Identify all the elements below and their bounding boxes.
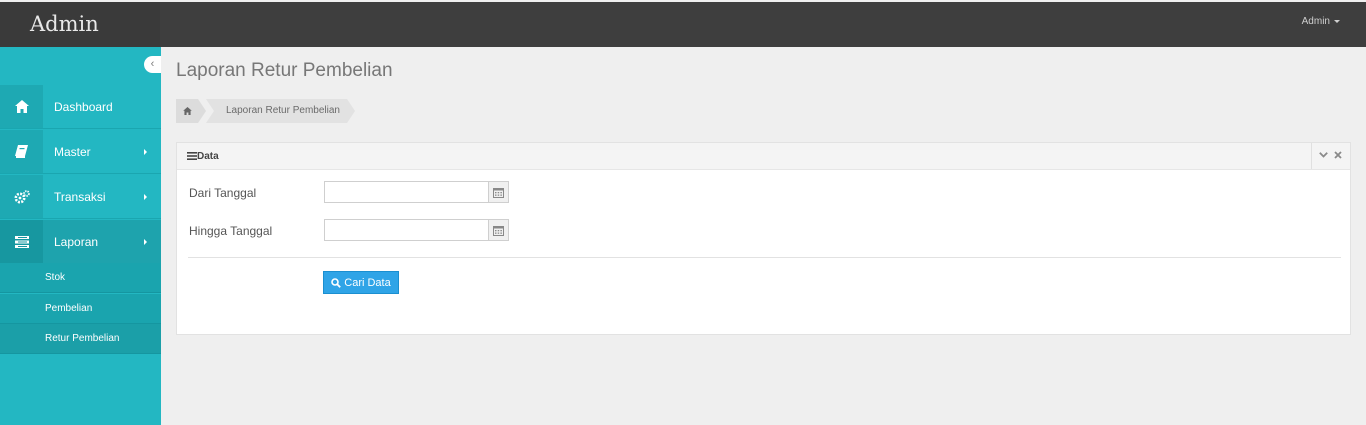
submenu-item-retur-pembelian[interactable]: Retur Pembelian <box>0 324 161 354</box>
submenu-item-pembelian[interactable]: Pembelian <box>0 294 161 324</box>
collapse-sidebar-button[interactable]: ‹ <box>144 56 161 73</box>
search-button-label: Cari Data <box>344 276 391 289</box>
form-divider <box>188 257 1341 258</box>
chevron-down-icon[interactable] <box>1319 143 1328 169</box>
user-menu[interactable]: Admin <box>1302 2 1340 42</box>
search-data-button[interactable]: Cari Data <box>323 271 399 294</box>
sidebar-item-label: Master <box>54 145 91 159</box>
home-icon <box>0 85 43 128</box>
sidebar-item-transaksi[interactable]: Transaksi <box>0 175 161 219</box>
home-icon <box>182 107 192 115</box>
list-icon <box>0 220 43 263</box>
caret-down-icon <box>1334 19 1340 23</box>
calendar-icon[interactable] <box>488 219 509 241</box>
to-date-input[interactable] <box>324 219 489 241</box>
from-date-input[interactable] <box>324 181 489 203</box>
top-navbar: Admin Admin <box>0 2 1366 47</box>
caret-right-icon <box>144 149 147 155</box>
brand-logo[interactable]: Admin <box>0 2 160 47</box>
sidebar-item-label: Dashboard <box>54 100 113 114</box>
page-title: Laporan Retur Pembelian <box>176 60 393 81</box>
gears-icon <box>0 175 43 218</box>
sidebar-item-dashboard[interactable]: Dashboard <box>0 85 161 129</box>
submenu-item-stok[interactable]: Stok <box>0 263 161 293</box>
close-icon[interactable] <box>1334 143 1342 169</box>
from-date-label: Dari Tanggal <box>189 186 257 200</box>
breadcrumb-home[interactable] <box>176 99 206 123</box>
panel-title-text: Data <box>197 151 219 162</box>
caret-right-icon <box>144 194 147 200</box>
bars-icon <box>187 152 197 160</box>
book-icon <box>0 130 43 173</box>
sidebar: ‹ Dashboard Master Transaksi Laporan Sto… <box>0 47 161 425</box>
panel-header: Data <box>177 143 1350 170</box>
user-name: Admin <box>1301 16 1330 27</box>
breadcrumb-current[interactable]: Laporan Retur Pembelian <box>206 99 355 123</box>
calendar-icon[interactable] <box>488 181 509 203</box>
sidebar-item-laporan[interactable]: Laporan <box>0 220 161 264</box>
data-panel: Data Dari Tanggal Hingga Tanggal Cari Da… <box>176 142 1351 335</box>
panel-title: Data <box>187 143 219 170</box>
to-date-label: Hingga Tanggal <box>189 224 273 238</box>
panel-tools <box>1311 143 1350 169</box>
sidebar-item-label: Laporan <box>54 235 99 249</box>
sidebar-item-master[interactable]: Master <box>0 130 161 174</box>
search-icon <box>331 277 342 288</box>
caret-right-icon <box>144 239 147 245</box>
sidebar-item-label: Transaksi <box>54 190 106 204</box>
